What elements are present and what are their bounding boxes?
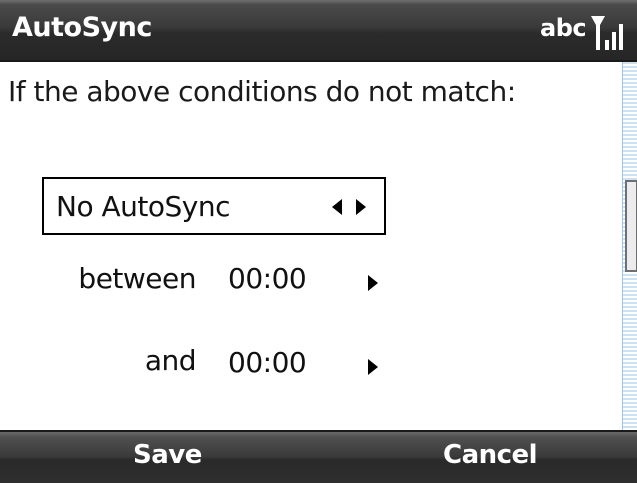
title-bar: AutoSync abc: [0, 0, 637, 62]
arrow-right-icon[interactable]: [368, 359, 378, 375]
and-time-value[interactable]: 00:00: [228, 346, 307, 379]
signal-strength-icon: [591, 16, 623, 50]
cancel-softkey[interactable]: Cancel: [443, 440, 538, 470]
settings-content: If the above conditions do not match: No…: [0, 62, 622, 430]
and-label: and: [144, 344, 197, 377]
picker-value: No AutoSync: [56, 190, 230, 223]
window-title: AutoSync: [12, 12, 152, 43]
condition-prompt: If the above conditions do not match:: [8, 75, 516, 108]
vertical-scrollbar[interactable]: [622, 62, 637, 430]
clipped-row-text: …: [70, 418, 98, 430]
between-label: between: [78, 262, 196, 295]
arrow-right-icon[interactable]: [356, 199, 366, 215]
scroll-thumb[interactable]: [625, 180, 637, 272]
arrow-left-icon[interactable]: [332, 199, 342, 215]
save-softkey[interactable]: Save: [133, 440, 202, 470]
input-mode-indicator: abc: [540, 14, 587, 42]
autosync-mode-picker[interactable]: No AutoSync: [42, 177, 386, 235]
between-time-value[interactable]: 00:00: [228, 262, 307, 295]
softkey-bar: Save Cancel: [0, 430, 637, 483]
autosync-screen: AutoSync abc If the above conditions do …: [0, 0, 637, 483]
arrow-right-icon[interactable]: [368, 275, 378, 291]
